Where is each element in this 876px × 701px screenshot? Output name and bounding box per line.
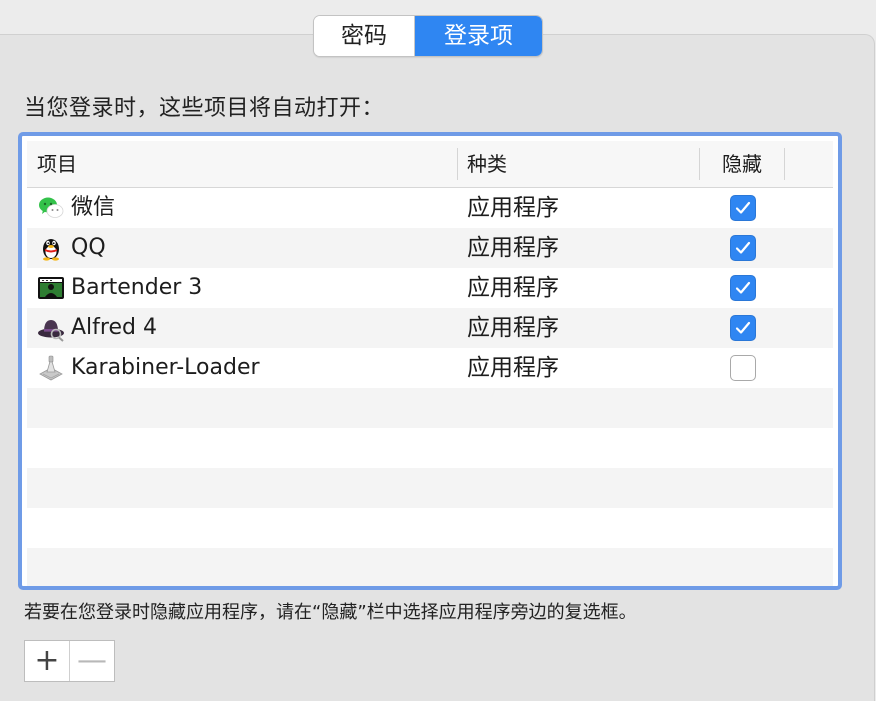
- item-name-cell: 微信: [37, 188, 115, 228]
- table-row[interactable]: QQ 应用程序: [27, 228, 833, 268]
- table-body: 微信 应用程序 QQ 应用程序 Bartender 3 应用程序 Alfred …: [27, 188, 833, 586]
- alfred-hat-icon: [37, 314, 65, 342]
- add-remove-buttons: + —: [24, 640, 115, 682]
- intro-text: 当您登录时，这些项目将自动打开：: [24, 96, 385, 121]
- table-row[interactable]: 微信 应用程序: [27, 188, 833, 228]
- item-name-cell: Alfred 4: [37, 308, 157, 348]
- tab-password[interactable]: 密码: [314, 16, 415, 56]
- login-items-table[interactable]: 项目 种类 隐藏 微信 应用程序 QQ 应用程序 Bartender 3 应用程…: [18, 132, 842, 590]
- column-divider: [699, 148, 700, 180]
- item-name-cell: QQ: [37, 228, 106, 268]
- wechat-icon: [37, 194, 65, 222]
- table-row[interactable]: Alfred 4 应用程序: [27, 308, 833, 348]
- item-name: Alfred 4: [71, 315, 157, 340]
- bartender-icon: [37, 274, 65, 302]
- empty-row: [27, 428, 833, 468]
- empty-row: [27, 508, 833, 548]
- qq-penguin-icon: [37, 234, 65, 262]
- tab-segmented-control: 密码 登录项: [313, 15, 543, 57]
- hide-checkbox[interactable]: [730, 275, 756, 301]
- column-divider: [784, 148, 785, 180]
- item-name: 微信: [71, 195, 116, 220]
- column-header-kind[interactable]: 种类: [467, 141, 507, 187]
- hide-checkbox[interactable]: [730, 355, 756, 381]
- item-kind: 应用程序: [467, 315, 559, 341]
- checkmark-icon: [735, 321, 751, 334]
- column-header-hide[interactable]: 隐藏: [722, 141, 762, 187]
- empty-row: [27, 388, 833, 428]
- item-kind: 应用程序: [467, 355, 559, 381]
- karabiner-app-icon: [37, 354, 65, 382]
- item-name-cell: Bartender 3: [37, 268, 202, 308]
- item-name: Karabiner-Loader: [71, 355, 260, 380]
- hide-checkbox[interactable]: [730, 235, 756, 261]
- table-row[interactable]: Bartender 3 应用程序: [27, 268, 833, 308]
- checkmark-icon: [735, 241, 751, 254]
- hide-checkbox[interactable]: [730, 315, 756, 341]
- add-login-item-button[interactable]: +: [25, 641, 70, 681]
- item-name-cell: Karabiner-Loader: [37, 348, 260, 388]
- checkmark-icon: [735, 201, 751, 214]
- hide-checkbox[interactable]: [730, 195, 756, 221]
- item-kind: 应用程序: [467, 195, 559, 221]
- table-header: 项目 种类 隐藏: [27, 141, 833, 188]
- table-row[interactable]: Karabiner-Loader 应用程序: [27, 348, 833, 388]
- column-header-item[interactable]: 项目: [37, 141, 77, 187]
- remove-login-item-button[interactable]: —: [70, 641, 114, 681]
- item-name: Bartender 3: [71, 275, 203, 300]
- item-kind: 应用程序: [467, 235, 559, 261]
- checkmark-icon: [735, 281, 751, 294]
- item-kind: 应用程序: [467, 275, 559, 301]
- empty-row: [27, 548, 833, 586]
- hide-instructions-text: 若要在您登录时隐藏应用程序，请在“隐藏”栏中选择应用程序旁边的复选框。: [24, 602, 637, 623]
- column-divider: [457, 148, 458, 180]
- item-name: QQ: [71, 235, 106, 260]
- empty-row: [27, 468, 833, 508]
- tab-login-items[interactable]: 登录项: [415, 16, 542, 56]
